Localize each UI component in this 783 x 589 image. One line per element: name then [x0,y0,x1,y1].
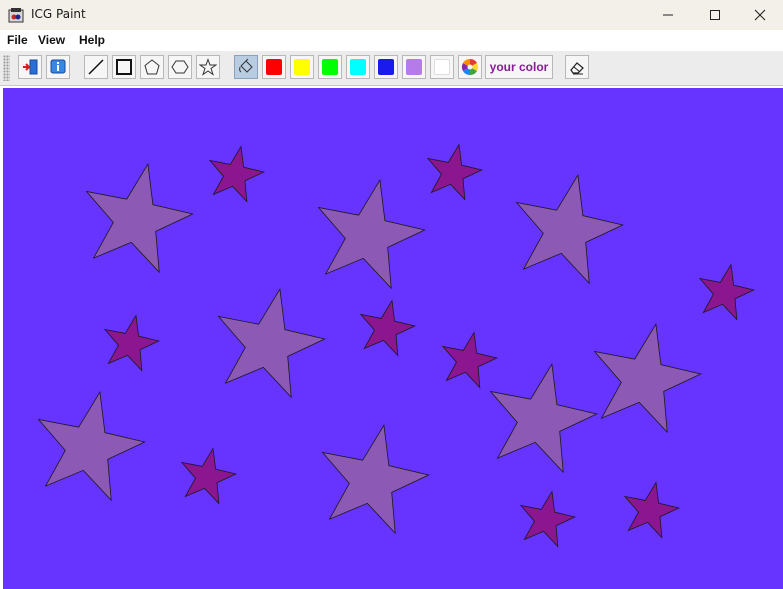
close-button[interactable] [737,0,783,30]
toolbar: your color [0,51,783,86]
minimize-icon [663,14,673,16]
color-cyan-button[interactable] [346,55,370,79]
color-white-button[interactable] [430,55,454,79]
color-swatch-green [322,59,338,75]
pentagon-tool-button[interactable] [140,55,164,79]
info-button[interactable] [46,55,70,79]
exit-button[interactable] [18,55,42,79]
toolbar-grip[interactable] [3,55,10,81]
info-icon [50,59,66,74]
line-tool-button[interactable] [84,55,108,79]
color-yellow-button[interactable] [290,55,314,79]
star-tool-button[interactable] [196,55,220,79]
menu-bar: File View Help [0,30,783,51]
close-icon [754,9,766,21]
menu-view[interactable]: View [38,33,65,47]
minimize-button[interactable] [645,0,691,30]
rectangle-icon [116,59,132,75]
maximize-button[interactable] [692,0,738,30]
exit-icon [23,59,38,75]
color-swatch-cyan [350,59,366,75]
color-red-button[interactable] [262,55,286,79]
custom-color-button[interactable]: your color [485,55,553,79]
line-icon [88,59,104,75]
menu-file[interactable]: File [7,33,28,47]
eraser-button[interactable] [565,55,589,79]
color-lavender-button[interactable] [402,55,426,79]
star-icon [199,58,217,76]
menu-help[interactable]: Help [79,33,105,47]
color-swatch-yellow [294,59,310,75]
canvas-area [0,86,783,589]
title-bar: ICG Paint [0,0,783,30]
hexagon-icon [171,60,189,74]
color-swatch-white [434,59,450,75]
pentagon-icon [144,59,160,75]
app-icon [8,8,24,23]
color-wheel-icon [461,58,479,76]
color-swatch-red [266,59,282,75]
fill-bucket-icon [239,58,253,73]
color-swatch-lavender [406,59,422,75]
fill-tool-button[interactable] [234,55,258,79]
hexagon-tool-button[interactable] [168,55,192,79]
color-picker-button[interactable] [458,55,482,79]
maximize-icon [710,10,720,20]
color-green-button[interactable] [318,55,342,79]
drawing-canvas[interactable] [3,88,783,589]
eraser-icon [570,62,584,75]
window-title: ICG Paint [31,7,86,21]
color-blue-button[interactable] [374,55,398,79]
rectangle-tool-button[interactable] [112,55,136,79]
color-swatch-blue [378,59,394,75]
